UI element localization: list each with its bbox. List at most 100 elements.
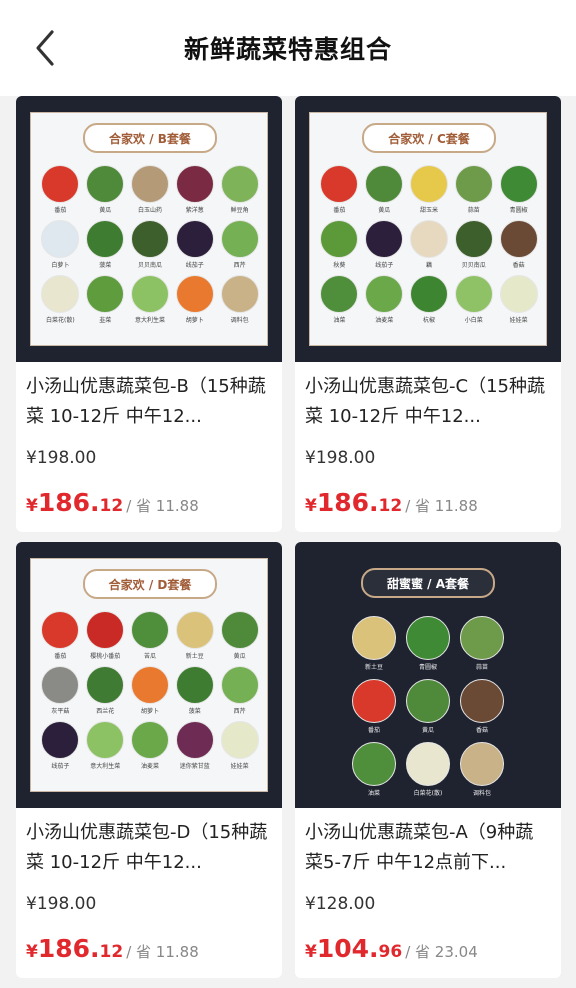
original-price: ¥198.00: [26, 448, 97, 468]
vegetable-photo: [130, 611, 169, 649]
vegetable-label: 香菇: [512, 262, 525, 269]
savings-label: / 省 11.88: [126, 497, 199, 515]
vegetable-photo: [352, 616, 396, 660]
vegetable-item: 黄瓜: [365, 165, 404, 214]
product-card[interactable]: 甜蜜蜜 / A套餐 新土豆 青圆椒 蒜苗 番茄 黄瓜 香菇 油菜 白菜花(散) 调料包 小汤山优…: [295, 542, 561, 978]
vegetable-photo: [220, 220, 259, 258]
vegetable-photo: [86, 721, 125, 759]
vegetable-photo: [409, 220, 448, 258]
vegetable-label: 白菜花(散): [413, 790, 443, 797]
package-banner: 合家欢 / D套餐: [83, 569, 217, 599]
vegetable-photo: [460, 679, 504, 723]
vegetable-photo: [175, 220, 214, 258]
product-name[interactable]: 小汤山优惠蔬菜包-B（15种蔬菜 10-12斤 中午12...: [26, 372, 272, 432]
vegetable-label: 黄瓜: [233, 653, 246, 660]
vegetable-label: 藕: [425, 262, 432, 269]
product-card[interactable]: 合家欢 / B套餐 番茄 黄瓜 白玉山药 紫洋葱 鲜豆角 白萝卜 菠菜 贝贝南瓜 线茄子 西芹 白菜…: [16, 96, 282, 532]
package-banner: 甜蜜蜜 / A套餐: [361, 568, 495, 598]
vegetable-photo: [499, 275, 538, 313]
product-name[interactable]: 小汤山优惠蔬菜包-A（9种蔬菜5-7斤 中午12点前下...: [305, 818, 551, 878]
vegetable-label: 灰平菇: [51, 708, 70, 715]
vegetable-item: 青圆椒: [499, 165, 538, 214]
savings-label: / 省 11.88: [126, 943, 199, 961]
vegetable-label: 调料包: [472, 790, 491, 797]
vegetable-photo: [175, 611, 214, 649]
product-card[interactable]: 合家欢 / D套餐 番茄 樱桃小番茄 苦瓜 新土豆 黄瓜 灰平菇 西兰花 胡萝卜 菠菜 西芹 线茄子…: [16, 542, 282, 978]
vegetable-item: 调料包: [220, 275, 259, 324]
vegetable-label: 白玉山药: [137, 207, 162, 214]
vegetable-photo: [454, 165, 493, 203]
vegetable-item: 秋葵: [320, 220, 359, 269]
vegetable-label: 蒜苗: [475, 664, 488, 671]
vegetable-label: 香菇: [475, 727, 488, 734]
vegetable-photo: [41, 721, 80, 759]
vegetable-photo: [406, 742, 450, 786]
vegetable-label: 油菜: [333, 317, 346, 324]
vegetable-item: 小白菜: [454, 275, 493, 324]
vegetable-item: 藕: [409, 220, 449, 269]
vegetable-photo: [460, 616, 504, 660]
vegetable-item: 菠菜: [175, 666, 214, 715]
vegetable-photo: [86, 220, 125, 258]
vegetable-photo: [220, 721, 259, 759]
top-nav-bar: 新鲜蔬菜特惠组合: [0, 0, 576, 96]
vegetable-photo: [41, 165, 80, 203]
vegetable-label: 秋葵: [333, 262, 346, 269]
vegetable-item: 香菇: [459, 679, 505, 734]
vegetable-label: 胡萝卜: [140, 708, 159, 715]
vegetable-item: 番茄: [351, 679, 397, 734]
vegetable-item: 黄瓜: [86, 165, 125, 214]
vegetable-label: 白菜花(散): [46, 317, 75, 324]
vegetable-photo: [220, 666, 259, 704]
vegetable-item: 番茄: [320, 165, 359, 214]
vegetable-label: 线茄子: [185, 262, 204, 269]
vegetable-photo: [409, 275, 448, 313]
vegetable-photo: [499, 165, 538, 203]
product-image: 合家欢 / B套餐 番茄 黄瓜 白玉山药 紫洋葱 鲜豆角 白萝卜 菠菜 贝贝南瓜 线茄子 西芹 白菜…: [16, 96, 282, 362]
vegetable-photo: [41, 611, 80, 649]
vegetable-label: 鲜豆角: [230, 207, 249, 214]
vegetable-label: 樱桃小番茄: [90, 653, 121, 660]
vegetable-label: 青圆椒: [418, 664, 437, 671]
savings-label: / 省 11.88: [405, 497, 478, 515]
vegetable-photo: [220, 165, 259, 203]
vegetable-photo: [352, 742, 396, 786]
vegetable-item: 胡萝卜: [175, 275, 214, 324]
original-price: ¥198.00: [305, 448, 376, 468]
vegetable-photo: [175, 165, 214, 203]
vegetable-label: 番茄: [54, 653, 67, 660]
product-name[interactable]: 小汤山优惠蔬菜包-C（15种蔬菜 10-12斤 中午12...: [305, 372, 551, 432]
vegetable-item: 白菜花(散): [41, 275, 80, 324]
vegetable-label: 迷你紫甘蓝: [179, 763, 210, 770]
vegetable-item: 韭菜: [86, 275, 125, 324]
vegetable-label: 杭椒: [422, 317, 435, 324]
vegetable-label: 青圆椒: [509, 207, 528, 214]
sale-price: ¥ 186. 12 / 省 11.88: [26, 934, 199, 963]
vegetable-photo: [454, 220, 493, 258]
savings-label: / 省 23.04: [405, 943, 478, 961]
vegetable-photo: [130, 165, 169, 203]
vegetable-label: 西芹: [233, 708, 246, 715]
vegetable-photo: [365, 275, 404, 313]
vegetable-item: 西芹: [220, 666, 259, 715]
vegetable-photo: [454, 275, 493, 313]
vegetable-item: 白萝卜: [41, 220, 80, 269]
vegetable-label: 番茄: [367, 727, 380, 734]
vegetable-label: 油麦菜: [375, 317, 394, 324]
vegetable-item: 苦瓜: [130, 611, 170, 660]
vegetable-item: 贝贝南瓜: [130, 220, 170, 269]
vegetable-photo: [352, 679, 396, 723]
vegetable-photo: [320, 275, 359, 313]
vegetable-label: 黄瓜: [378, 207, 391, 214]
original-price: ¥128.00: [305, 894, 376, 914]
product-image: 合家欢 / D套餐 番茄 樱桃小番茄 苦瓜 新土豆 黄瓜 灰平菇 西兰花 胡萝卜 菠菜 西芹 线茄子…: [16, 542, 282, 808]
original-price: ¥198.00: [26, 894, 97, 914]
vegetable-item: 紫洋葱: [175, 165, 214, 214]
vegetable-label: 西芹: [233, 262, 246, 269]
vegetable-item: 西芹: [220, 220, 259, 269]
package-banner: 合家欢 / C套餐: [362, 123, 496, 153]
product-name[interactable]: 小汤山优惠蔬菜包-D（15种蔬菜 10-12斤 中午12...: [26, 818, 272, 878]
vegetable-item: 杭椒: [409, 275, 449, 324]
vegetable-label: 娃娃菜: [230, 763, 249, 770]
product-card[interactable]: 合家欢 / C套餐 番茄 黄瓜 甜玉米 蒜苗 青圆椒 秋葵 线茄子 藕 贝贝南瓜 香菇 油菜 油麦菜 杭…: [295, 96, 561, 532]
